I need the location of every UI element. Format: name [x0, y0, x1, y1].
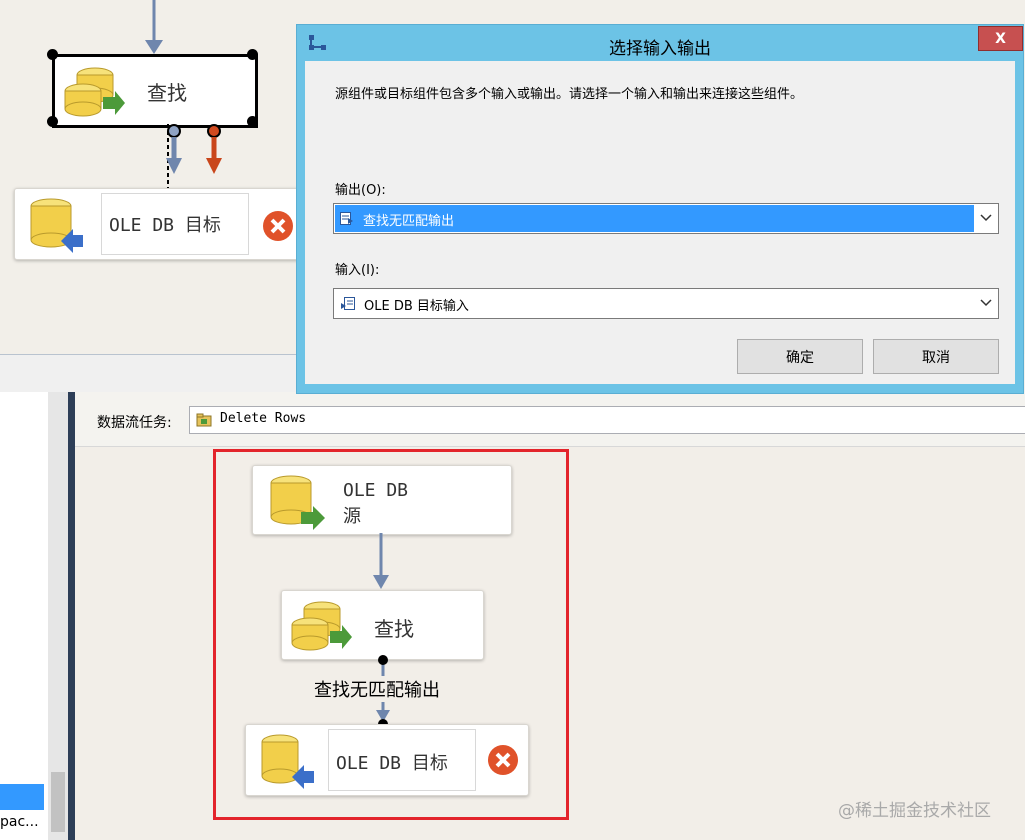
watermark: @稀土掘金技术社区: [838, 801, 991, 821]
lookup-component[interactable]: 查找: [281, 590, 484, 660]
output-value: 查找无匹配输出: [363, 214, 455, 229]
data-flow-task-selector[interactable]: Delete Rows: [189, 406, 1025, 434]
flow-arrow-in: [145, 0, 163, 54]
pane-splitter[interactable]: [0, 354, 300, 393]
panel-divider: [68, 392, 75, 840]
resize-handle-tr[interactable]: [247, 49, 258, 60]
close-button[interactable]: X: [978, 26, 1023, 51]
lookup-output-arrows[interactable]: [158, 124, 228, 190]
chevron-down-icon[interactable]: [980, 298, 992, 308]
error-icon: [263, 211, 293, 241]
oledb-source-component[interactable]: OLE DB 源: [252, 465, 512, 535]
resize-handle-br[interactable]: [247, 116, 258, 127]
solution-explorer-panel: pac...: [0, 392, 49, 840]
ok-button[interactable]: 确定: [737, 339, 863, 374]
scrollbar-thumb[interactable]: [51, 772, 65, 832]
output-selected-item[interactable]: 查找无匹配输出: [335, 205, 974, 232]
database-lookup-icon: [291, 601, 352, 651]
database-destination-icon: [30, 198, 83, 253]
dialog-titlebar[interactable]: 选择输入输出 X: [297, 25, 1023, 61]
data-flow-task-label: 数据流任务:: [97, 415, 172, 431]
database-source-icon: [270, 475, 325, 530]
select-input-output-dialog: 选择输入输出 X 源组件或目标组件包含多个输入或输出。请选择一个输入和输出来连接…: [296, 24, 1024, 394]
lookup-component-selected[interactable]: 查找: [52, 54, 258, 128]
lookup-label: 查找: [374, 617, 414, 641]
oledb-destination-component[interactable]: OLE DB 目标: [14, 188, 316, 260]
output-combobox[interactable]: 查找无匹配输出: [333, 203, 999, 234]
chevron-down-icon[interactable]: [980, 213, 992, 223]
close-icon: X: [995, 30, 1006, 47]
output-icon: [340, 212, 353, 225]
dialog-body: 源组件或目标组件包含多个输入或输出。请选择一个输入和输出来连接这些组件。 输出(…: [305, 61, 1015, 384]
resize-handle-tl[interactable]: [47, 49, 58, 60]
tree-item-label[interactable]: pac...: [0, 814, 39, 830]
data-flow-task-bar: 数据流任务: Delete Rows: [75, 392, 1025, 447]
selected-tree-item[interactable]: [0, 784, 44, 810]
output-label: 输出(O):: [335, 183, 386, 198]
data-flow-task-value: Delete Rows: [220, 411, 307, 426]
input-icon: [341, 297, 355, 310]
vertical-scrollbar[interactable]: [48, 392, 68, 840]
error-icon: [488, 745, 518, 775]
resize-handle-bl[interactable]: [47, 116, 58, 127]
source-label-line2: 源: [343, 506, 361, 527]
oledb-destination-component[interactable]: OLE DB 目标: [245, 724, 529, 796]
cancel-button[interactable]: 取消: [873, 339, 999, 374]
database-lookup-icon: [64, 67, 125, 117]
dest-label: OLE DB 目标: [109, 215, 221, 236]
input-value: OLE DB 目标输入: [364, 299, 469, 314]
lookup-label: 查找: [147, 81, 187, 105]
flow-arrow-source-to-lookup[interactable]: [370, 533, 394, 591]
dest-label: OLE DB 目标: [336, 753, 448, 774]
input-label: 输入(I):: [335, 263, 380, 278]
source-label-line1: OLE DB: [343, 480, 409, 501]
path-label[interactable]: 查找无匹配输出: [312, 676, 442, 702]
input-combobox[interactable]: OLE DB 目标输入: [333, 288, 999, 319]
database-destination-icon: [261, 734, 314, 789]
dialog-description: 源组件或目标组件包含多个输入或输出。请选择一个输入和输出来连接这些组件。: [335, 87, 804, 102]
package-icon: [196, 413, 212, 427]
dialog-title: 选择输入输出: [609, 39, 711, 59]
